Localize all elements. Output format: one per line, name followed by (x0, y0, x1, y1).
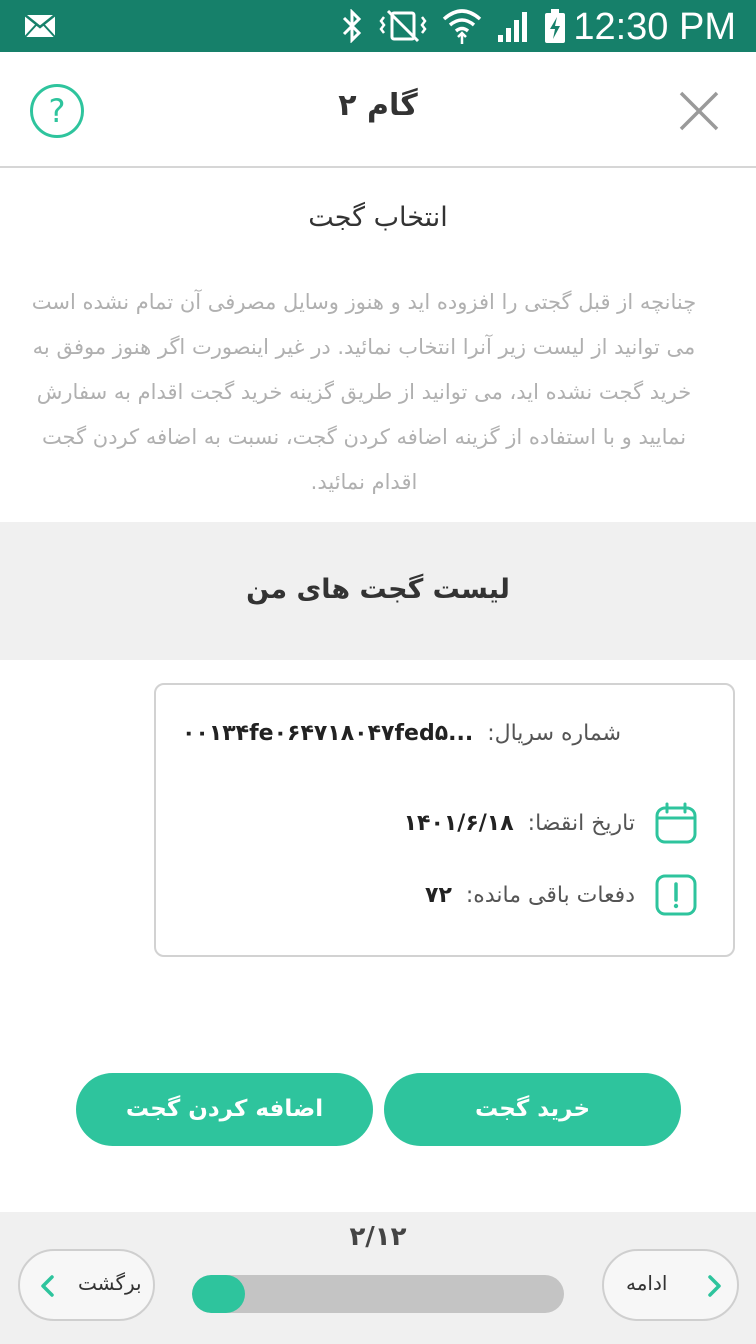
chevron-left-icon (41, 1275, 54, 1297)
step-progress-bar (192, 1275, 564, 1313)
next-button[interactable]: ادامه (602, 1249, 739, 1321)
signal-icon (498, 12, 527, 42)
vibrate-icon (379, 9, 427, 43)
exclamation-icon (655, 874, 697, 916)
mail-icon (24, 14, 56, 38)
remaining-row: دفعات باقی مانده: ۷۲ (425, 871, 697, 919)
expiry-value: ۱۴۰۱/۶/۱۸ (403, 810, 514, 836)
chevron-right-icon (708, 1275, 721, 1297)
header: ? گام ۲ (0, 52, 756, 168)
gadget-card[interactable]: شماره سریال: ۰۰۱۳۴fe۰۶۴۷۱۸۰۴۷fed۵... تار… (154, 683, 735, 957)
serial-row: شماره سریال: ۰۰۱۳۴fe۰۶۴۷۱۸۰۴۷fed۵... (182, 709, 621, 757)
intro-description: چنانچه از قبل گجتی را افزوده اید و هنوز … (31, 290, 697, 494)
list-header: لیست گجت های من (0, 522, 756, 660)
add-gadget-button[interactable]: اضافه کردن گجت (76, 1073, 373, 1146)
expiry-row: تاریخ انقضا: ۱۴۰۱/۶/۱۸ (404, 799, 697, 847)
serial-value: ۰۰۱۳۴fe۰۶۴۷۱۸۰۴۷fed۵... (181, 720, 474, 746)
expiry-label: تاریخ انقضا: (527, 810, 635, 836)
serial-label: شماره سریال: (487, 720, 621, 746)
page-title: گام ۲ (338, 88, 418, 123)
bluetooth-icon (342, 9, 362, 43)
buy-gadget-button[interactable]: خرید گجت (384, 1073, 681, 1146)
battery-charging-icon (545, 9, 565, 43)
remaining-label: دفعات باقی مانده: (465, 882, 635, 908)
remaining-value: ۷۲ (425, 882, 452, 908)
next-label: ادامه (626, 1271, 668, 1295)
close-icon[interactable] (676, 88, 722, 134)
page-indicator: ۲/۱۲ (349, 1222, 407, 1252)
calendar-icon (655, 802, 697, 844)
section-title: انتخاب گجت (308, 202, 448, 233)
back-button[interactable]: برگشت (18, 1249, 155, 1321)
footer-nav: ۲/۱۲ برگشت ادامه (0, 1212, 756, 1344)
wifi-icon (442, 9, 482, 44)
status-bar: 12:30 PM (0, 0, 756, 52)
list-title: لیست گجت های من (246, 574, 510, 605)
status-time: 12:30 PM (573, 6, 736, 48)
step-progress-fill (192, 1275, 246, 1313)
back-label: برگشت (78, 1271, 142, 1295)
